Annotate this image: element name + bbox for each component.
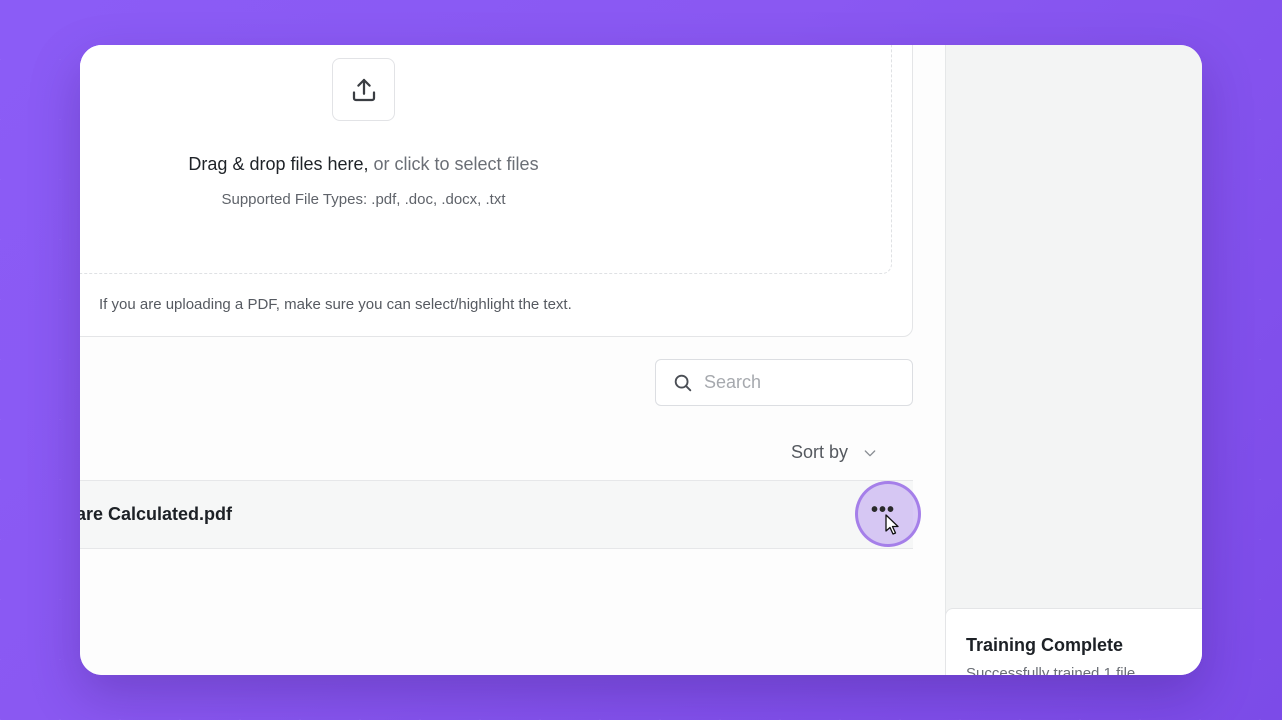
- toast-title: Training Complete: [966, 635, 1124, 655]
- supported-file-types: Supported File Types: .pdf, .doc, .docx,…: [221, 191, 506, 208]
- toast-subtitle: Successfully trained 1 file: [966, 665, 1136, 675]
- search-field[interactable]: [655, 359, 913, 406]
- file-name[interactable]: are Calculated.pdf: [80, 504, 232, 525]
- pdf-note: If you are uploading a PDF, make sure yo…: [99, 296, 572, 313]
- app-window: Drag & drop files here, or click to sele…: [80, 45, 1202, 675]
- training-toast: Training Complete Successfully trained 1…: [945, 608, 1202, 675]
- sort-dropdown[interactable]: Sort by: [791, 442, 878, 463]
- drop-instructions[interactable]: Drag & drop files here, or click to sele…: [80, 154, 626, 175]
- file-row[interactable]: are Calculated.pdf •••: [80, 480, 921, 549]
- chevron-down-icon: [864, 449, 876, 456]
- drop-text-secondary: or click to select files: [368, 154, 539, 174]
- search-input[interactable]: [704, 372, 894, 393]
- drop-text-primary: Drag & drop files here,: [188, 154, 369, 174]
- dropzone[interactable]: Drag & drop files here, or click to sele…: [80, 45, 892, 274]
- main-content: Drag & drop files here, or click to sele…: [80, 45, 945, 675]
- upload-icon-box[interactable]: [332, 58, 395, 121]
- upload-icon: [352, 78, 375, 101]
- search-icon: [674, 374, 692, 391]
- sort-label: Sort by: [791, 442, 849, 462]
- side-panel: [945, 45, 1202, 675]
- upload-card: Drag & drop files here, or click to sele…: [80, 45, 913, 337]
- mouse-cursor-icon: [885, 514, 899, 535]
